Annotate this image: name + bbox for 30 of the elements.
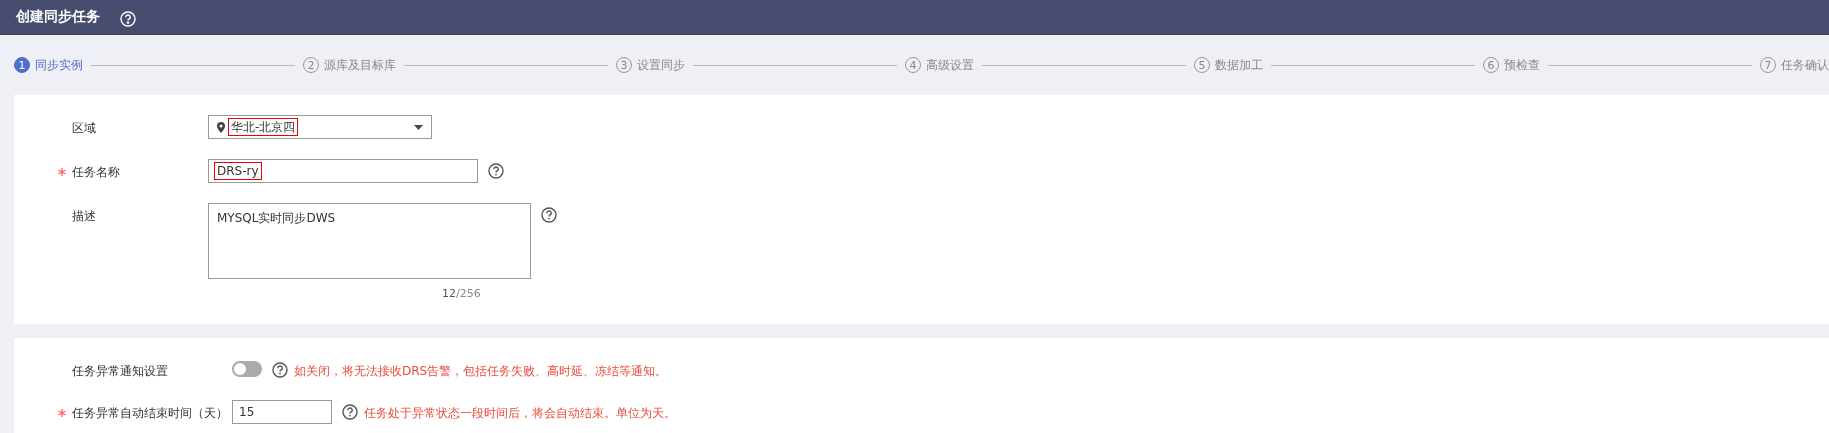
help-icon[interactable] [342,404,358,420]
field-label: 任务异常通知设置 [71,363,169,380]
description-field[interactable]: MYSQL实时同步DWS [208,203,531,279]
help-icon[interactable] [541,207,557,223]
field-label: 描述 [71,208,97,225]
field-label: 任务名称 [58,159,208,181]
hint-text: 如关闭，将无法接收DRS告警，包括任务失败、高时延、冻结等通知。 [293,363,668,380]
step-tab[interactable]: 6 预检查 [1483,56,1540,74]
task-name-field[interactable]: DRS-ry [208,159,478,183]
region-value: 华北-北京四 [229,118,298,135]
step-tab[interactable]: 7 任务确认 [1760,56,1829,74]
notify-toggle[interactable] [232,361,262,377]
character-count: 12/256 [442,287,481,300]
asterisk-icon [58,409,66,417]
field-label: 区域 [71,120,97,137]
step-tab[interactable]: 3 设置同步 [616,56,685,74]
step-tab[interactable]: 2 源库及目标库 [303,56,396,74]
location-pin-icon [217,121,225,133]
auto-end-field[interactable]: 15 [232,400,332,424]
asterisk-icon [58,168,66,176]
hint-text: 任务处于异常状态一段时间后，将会自动结束。单位为天。 [363,405,676,422]
page-title: 创建同步任务 [16,8,100,26]
field-label: 任务异常自动结束时间（天） [58,400,232,422]
step-tab[interactable]: 4 高级设置 [905,56,974,74]
step-tab[interactable]: 5 数据加工 [1194,56,1263,74]
region-select[interactable]: 华北-北京四 [208,115,432,139]
help-icon[interactable] [488,163,504,179]
caret-icon [414,124,423,130]
help-icon[interactable] [272,362,288,378]
step-tab[interactable]: 1 同步实例 [14,56,83,74]
